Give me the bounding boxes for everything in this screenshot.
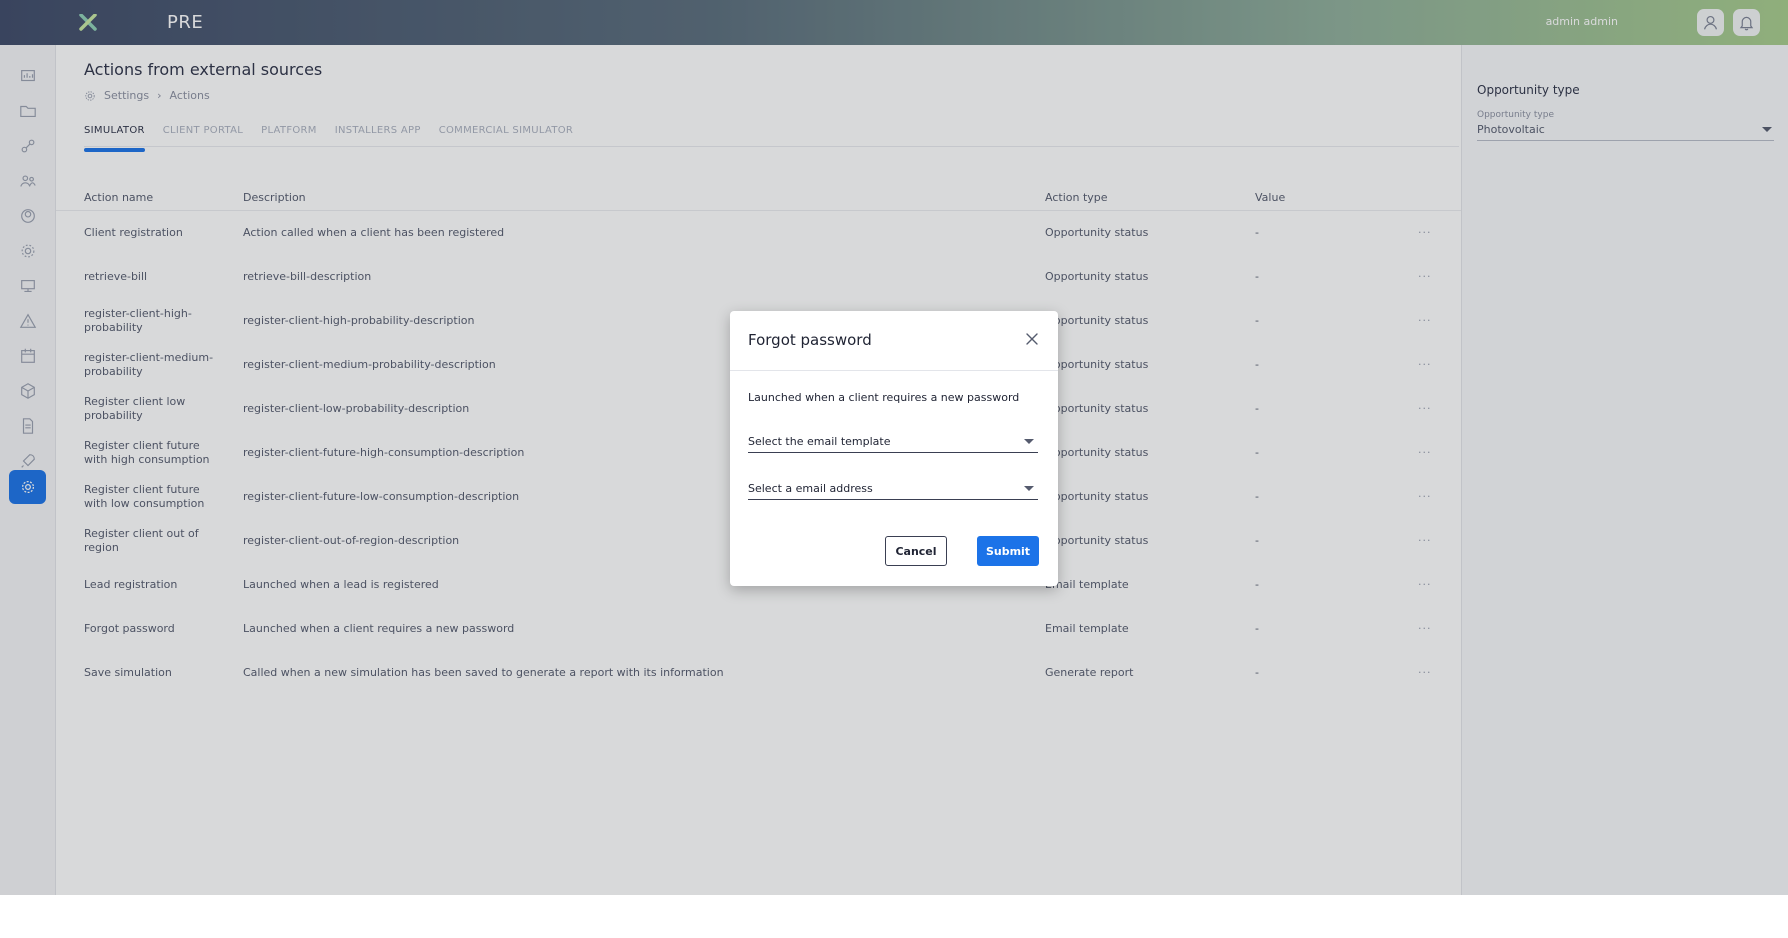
cancel-button[interactable]: Cancel [885, 536, 947, 566]
close-icon[interactable] [1024, 331, 1040, 347]
email-address-select[interactable]: Select a email address [748, 482, 1038, 500]
email-address-placeholder: Select a email address [748, 482, 873, 495]
dialog-title: Forgot password [748, 331, 872, 349]
email-template-placeholder: Select the email template [748, 435, 891, 448]
app-root: PRE admin admin Actions from external so… [0, 0, 1788, 938]
dialog-divider [730, 370, 1058, 371]
email-template-select[interactable]: Select the email template [748, 435, 1038, 453]
chevron-down-icon [1024, 486, 1034, 491]
chevron-down-icon [1024, 439, 1034, 444]
forgot-password-dialog: Forgot password Launched when a client r… [730, 311, 1058, 586]
submit-button[interactable]: Submit [977, 536, 1039, 566]
dialog-description: Launched when a client requires a new pa… [748, 391, 1020, 404]
